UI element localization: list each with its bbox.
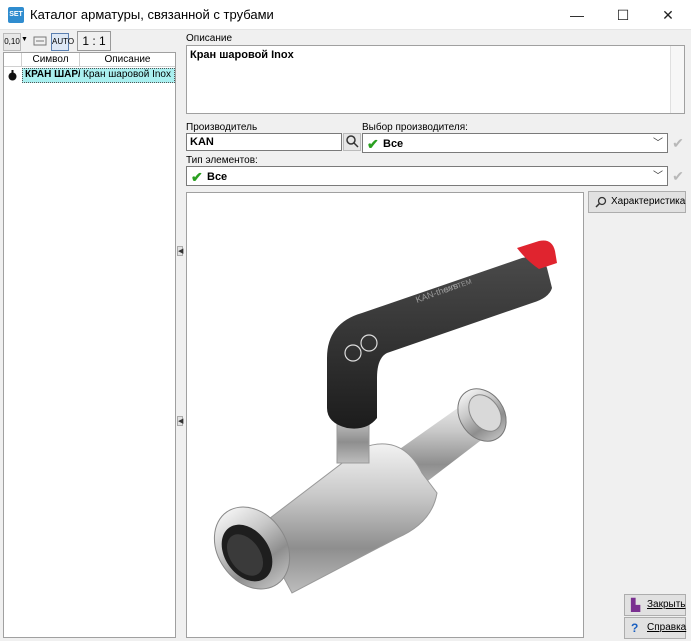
chevron-down-icon: ﹀ [653,171,663,182]
list-header: Символ Описание [4,53,175,67]
dropdown-arrow-icon[interactable]: ▼ [21,36,28,43]
check-icon: ✔ [367,136,379,152]
manufacturer-label: Производитель [186,122,258,133]
characteristics-button[interactable]: Характеристика [588,191,686,213]
manufacturer-select-label: Выбор производителя: [362,122,468,133]
pane-splitter[interactable]: ◀ ◀ [177,52,183,638]
description-field[interactable]: Кран шаровой Inox [186,45,685,114]
product-image-panel: KAN-therm SYSTEM [186,192,584,638]
auto-scale-button[interactable]: AUTO [51,33,74,51]
chevron-down-icon: ﹀ [653,138,663,149]
manufacturer-select[interactable]: ✔ Все ﹀ [362,133,668,153]
description-scrollbar[interactable] [670,46,684,113]
exit-door-icon: ▙ [631,598,641,612]
ball-valve-image: KAN-therm SYSTEM [213,240,557,594]
col-symbol[interactable]: Символ [22,53,80,67]
manufacturer-search-icon[interactable] [343,133,361,151]
grid-view-icon[interactable]: 0,10 [3,33,21,51]
maximize-button[interactable]: ☐ [600,0,646,30]
zoom-fit-icon[interactable] [32,33,48,51]
description-value: Кран шаровой Inox [190,49,294,61]
manufacturer-select-value: Все [383,138,404,150]
minimize-button[interactable]: — [554,0,600,30]
apply-manufacturer-icon[interactable]: ✔ [670,133,686,153]
element-type-value: Все [207,171,228,183]
catalog-list[interactable]: Символ Описание КРАН ШАР/ Кран шаровой I… [3,52,176,638]
left-toolbar: 0,10 ▼ AUTO 1 : 1 [0,30,178,52]
help-button[interactable]: ? Справка [624,617,686,639]
close-window-button[interactable]: ✕ [645,0,691,30]
title-bar: SET Каталог арматуры, связанной с трубам… [0,0,691,30]
description-label: Описание [186,33,233,44]
close-label: Закрыть [647,599,686,610]
check-icon: ✔ [191,169,203,185]
row-description: Кран шаровой Inox [83,69,171,80]
element-type-label: Тип элементов: [186,155,258,166]
help-icon: ? [631,621,639,635]
row-symbol: КРАН ШАР/ [25,69,80,80]
col-icon [4,53,22,67]
help-label: Справка [647,622,687,633]
window-title: Каталог арматуры, связанной с трубами [30,7,274,22]
valve-icon [7,70,18,84]
collapse-left-icon[interactable]: ◀ [177,246,183,256]
app-icon: SET [8,7,24,23]
col-description[interactable]: Описание [80,53,175,67]
characteristics-label: Характеристика [611,196,686,207]
scale-ratio-button[interactable]: 1 : 1 [77,31,111,51]
manufacturer-field[interactable]: KAN [186,133,342,151]
apply-element-type-icon[interactable]: ✔ [670,166,686,186]
list-item[interactable]: КРАН ШАР/ Кран шаровой Inox [4,68,175,83]
collapse-right-icon[interactable]: ◀ [177,416,183,426]
element-type-select[interactable]: ✔ Все ﹀ [186,166,668,186]
close-button[interactable]: ▙ Закрыть [624,594,686,616]
search-icon [595,192,607,214]
